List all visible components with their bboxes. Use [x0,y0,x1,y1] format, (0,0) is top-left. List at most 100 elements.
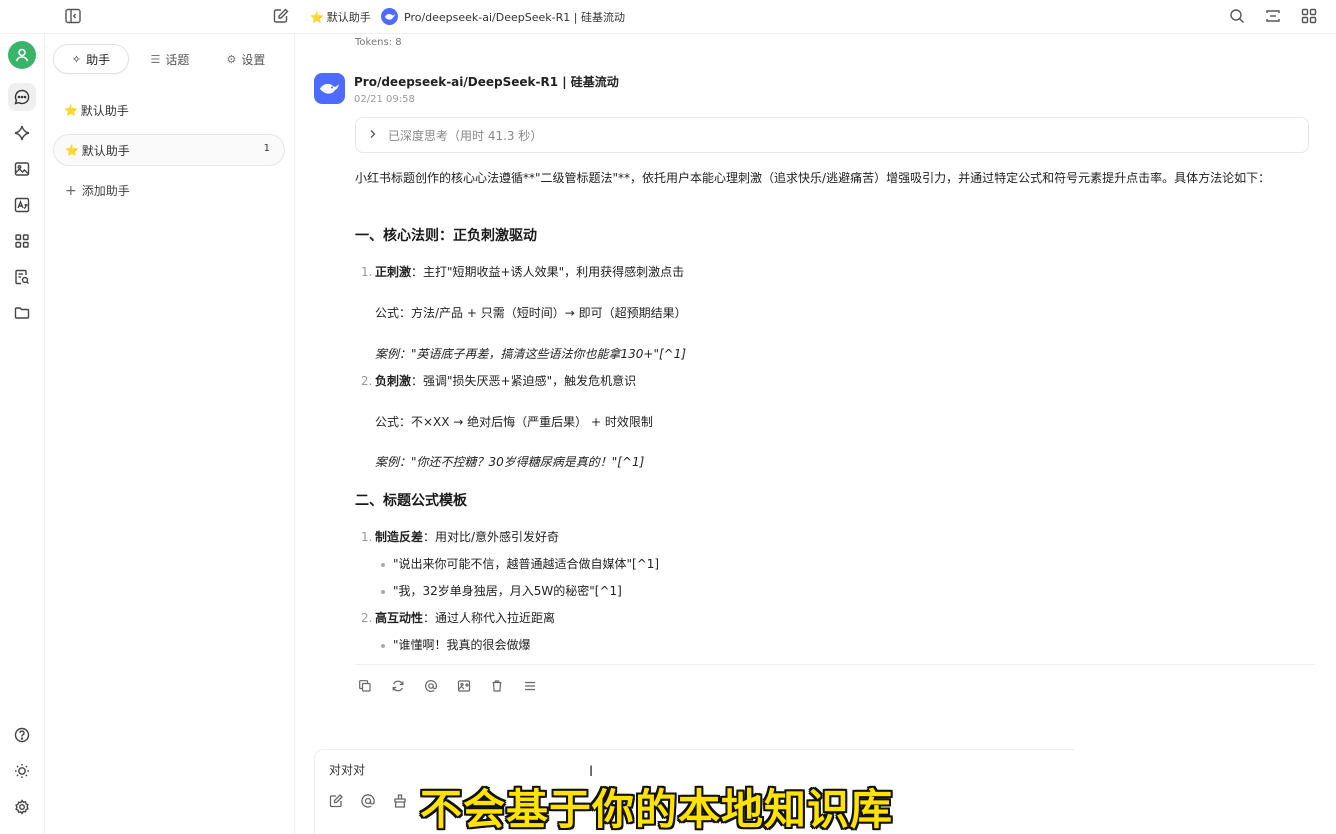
delete-icon[interactable] [489,678,505,694]
deepseek-logo-icon [381,8,398,25]
bullet-item: "谁懂啊！我真的很会做爆 [381,635,531,655]
folder-icon[interactable] [8,299,36,327]
copy-icon[interactable] [357,678,373,694]
section-heading: 二、标题公式模板 [355,493,467,509]
top-right-tools [1228,7,1318,25]
current-assistant[interactable]: ⭐ 默认助手 [310,9,371,25]
mention-model-icon[interactable] [360,793,376,809]
bullet-text: "说出来你可能不信，越普通越适合做自媒体"[^1] [393,557,660,571]
input-toolbar [328,793,408,809]
list-item-title: 高互动性 [375,611,424,625]
sparkle-icon: ✧ [71,52,82,66]
tab-topics[interactable]: ☰ 话题 [129,44,211,74]
message-actions [357,678,538,694]
list-item: 2. 高互动性：通过人称代入拉近距离 [361,608,555,628]
translate-icon[interactable] [8,191,36,219]
list-number: 2. [361,374,373,388]
topic-count-badge: 1 [263,143,270,154]
chat-icon[interactable] [8,83,36,111]
star-icon: ⭐ [310,10,324,24]
bullet-text: "我，32岁单身独居，月入5W的秘密"[^1] [393,584,622,598]
token-count: Tokens: 8 [355,37,402,48]
list-item-text: ：强调"损失厌恶+紧迫感"，触发危机意识 [411,374,637,388]
regenerate-icon[interactable] [390,678,406,694]
list-item-title: 负刺激 [375,374,412,388]
list-number: 1. [361,530,373,544]
expand-icon[interactable] [1264,7,1282,25]
image-add-icon[interactable] [456,678,472,694]
star-icon: ⭐ [64,103,78,117]
list-number: 1. [361,265,373,279]
sidebar-tabs: ✧ 助手 ☰ 话题 ⚙ 设置 [53,43,285,75]
formula-text: 公式：不×XX → 绝对后悔（严重后果） + 时效限制 [375,415,653,429]
bullet-item: "我，32岁单身独居，月入5W的秘密"[^1] [381,581,622,601]
list-item: 1. 制造反差：用对比/意外感引发好奇 [361,527,559,547]
add-assistant-label: 添加助手 [81,184,130,198]
sidebar-item-assistant[interactable]: ⭐ 默认助手 [53,94,285,126]
app-window: ⭐ 默认助手 Pro/deepseek-ai/DeepSeek-R1 | 硅基流… [0,0,1336,834]
layout-grid-icon[interactable] [1300,7,1318,25]
bullet-dot [381,562,385,567]
menu-icon[interactable] [522,678,538,694]
knowledge-search-icon[interactable] [8,263,36,291]
list-item-text: ：用对比/意外感引发好奇 [423,530,560,544]
bullet-item: "说出来你可能不信，越普通越适合做自媒体"[^1] [381,554,659,574]
video-subtitle: 不会基于你的本地知识库 [420,785,894,834]
message-input[interactable]: 对对对 [329,761,365,778]
help-icon[interactable] [8,721,36,749]
case-text: 案例："你还不控糖？30岁得糖尿病是真的！"[^1] [375,455,645,469]
message-timestamp: 02/21 09:58 [354,94,415,105]
top-bar: ⭐ 默认助手 Pro/deepseek-ai/DeepSeek-R1 | 硅基流… [0,0,1336,34]
star-icon: ⭐ [65,143,79,157]
theme-sun-icon[interactable] [8,757,36,785]
settings-gear-icon[interactable] [8,793,36,821]
formula-text: 公式：方法/产品 + 只需（短时间）→ 即可（超预期结果） [375,306,687,320]
model-selector[interactable]: Pro/deepseek-ai/DeepSeek-R1 | 硅基流动 [381,8,625,25]
bullet-dot [381,643,385,648]
clear-broom-icon[interactable] [392,793,408,809]
tab-settings[interactable]: ⚙ 设置 [211,44,281,74]
list-item-title: 正刺激 [375,265,412,279]
agents-sparkle-icon[interactable] [8,119,36,147]
intro-paragraph: 小红书标题创作的核心心法遵循**"二级管标题法"**，依托用户本能心理刺激（追求… [355,171,1271,185]
toggle-sidebar-icon[interactable] [64,7,82,25]
bullet-text: "谁懂啊！我真的很会做爆 [393,638,531,652]
list-item-text: ：通过人称代入拉近距离 [423,611,556,625]
sidebar-item-assistant-selected[interactable]: ⭐ 默认助手 1 [53,134,285,166]
case-text: 案例："英语底子再差，搞清这些语法你也能拿130+"[^1] [375,347,687,361]
section-heading: 一、核心法则：正负刺激驱动 [355,228,537,244]
thinking-collapse[interactable]: 已深度思考（用时 41.3 秒） [355,117,1309,153]
chat-area: Tokens: 8 Pro/deepseek-ai/DeepSeek-R1 | … [295,34,1336,834]
sidebar-item-label: 默认助手 [81,143,130,158]
bullet-dot [381,589,385,594]
gear-icon: ⚙ [226,52,237,66]
assistant-sidebar: ✧ 助手 ☰ 话题 ⚙ 设置 ⭐ 默认助手 ⭐ 默认助手 1 + 添加助手 [45,34,295,834]
mention-icon[interactable] [423,678,439,694]
current-assistant-label: 默认助手 [326,11,371,24]
tab-label: 设置 [241,52,266,67]
list-icon: ☰ [150,52,161,66]
chevron-right-icon [368,128,378,142]
apps-grid-icon[interactable] [8,227,36,255]
search-icon[interactable] [1228,7,1246,25]
list-item-text: ：主打"短期收益+诱人效果"，利用获得感刺激点击 [411,265,685,279]
list-item: 1. 正刺激：主打"短期收益+诱人效果"，利用获得感刺激点击 [361,262,684,282]
new-topic-icon[interactable] [328,793,344,809]
new-chat-icon[interactable] [272,7,290,25]
tab-assistants[interactable]: ✧ 助手 [53,44,129,74]
list-item-title: 制造反差 [375,530,424,544]
list-item: 2. 负刺激：强调"损失厌恶+紧迫感"，触发危机意识 [361,371,636,391]
plus-icon: + [65,182,77,199]
icon-rail [0,34,45,834]
user-avatar[interactable] [8,41,36,69]
thinking-label: 已深度思考（用时 41.3 秒） [388,128,543,143]
content-divider [355,664,1315,665]
tab-label: 助手 [86,52,111,67]
sidebar-item-label: 默认助手 [80,103,129,118]
tab-label: 话题 [165,52,190,67]
add-assistant-button[interactable]: + 添加助手 [65,182,130,199]
list-number: 2. [361,611,373,625]
message-model-name: Pro/deepseek-ai/DeepSeek-R1 | 硅基流动 [354,75,619,89]
deepseek-avatar-icon [314,73,345,104]
image-icon[interactable] [8,155,36,183]
